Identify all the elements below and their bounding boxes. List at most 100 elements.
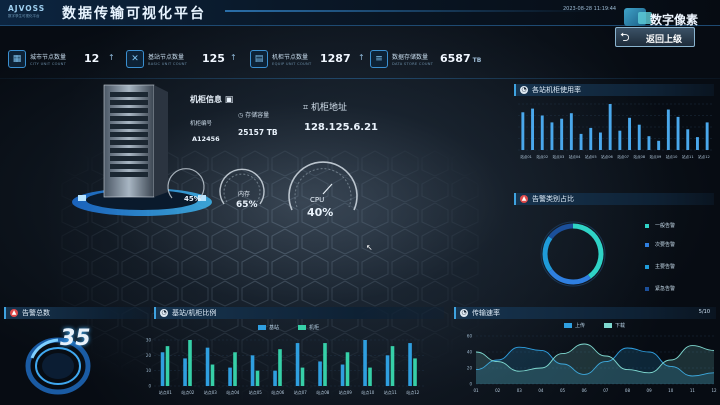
bar <box>165 346 170 386</box>
capacity-value: 25157 TB <box>238 128 278 137</box>
x-tick-label: 站点05 <box>585 154 597 159</box>
legend-item: 基站 <box>258 324 279 331</box>
arrow-up-icon: ↑ <box>230 53 237 62</box>
stat-basic: ✕ 基站节点数量 BASIC UNIT COUNT 125 ↑ <box>126 50 246 72</box>
city-icon: ▦ <box>8 50 26 68</box>
legend-item: 机柜 <box>298 324 319 331</box>
stat-value: 125 <box>202 52 225 65</box>
station-ratio-chart: 0 10 20 30 站点01 站点02 站点03 站点04 站点05 站点06 站点07 站点08 站… <box>146 338 424 395</box>
y-tick-label: 0 <box>148 384 151 389</box>
x-tick-label: 站点04 <box>226 389 240 395</box>
clock-icon: ◷ <box>238 112 244 119</box>
ip-value: 128.125.6.21 <box>304 122 379 133</box>
donut-outer-ring <box>540 221 606 287</box>
legend-item: 紧急告警 <box>645 285 675 292</box>
bar <box>569 113 573 150</box>
legend-item: 次要告警 <box>645 241 675 248</box>
bar <box>228 367 232 386</box>
logo-brand: AJVOSS <box>8 4 46 13</box>
panel-title: 各站机柜使用率 <box>532 86 581 94</box>
stat-en-label: BASIC UNIT COUNT <box>148 62 188 66</box>
stat-en-label: DATA STORE COUNT <box>392 62 434 66</box>
bar <box>618 130 622 150</box>
panel-title: 告警总数 <box>22 309 50 317</box>
bar <box>579 133 583 150</box>
bar <box>560 118 564 150</box>
bar <box>368 367 372 386</box>
cabinet-info-icon: ▣ <box>224 95 234 105</box>
bar <box>695 137 699 150</box>
bar <box>210 364 215 386</box>
panel-title: 告警类别占比 <box>532 195 574 203</box>
x-tick-label: 站点03 <box>553 154 565 159</box>
x-tick-label: 08 <box>625 388 631 393</box>
y-tick-label: 60 <box>467 334 473 339</box>
x-tick-label: 站点11 <box>384 389 398 395</box>
arrow-up-icon: ↑ <box>358 53 365 62</box>
bar <box>390 346 395 386</box>
bar <box>608 104 612 150</box>
x-tick-label: 站点06 <box>271 389 285 395</box>
back-button[interactable]: ⮌ 返回上级 <box>615 27 695 47</box>
bar <box>385 355 390 386</box>
panel-pager[interactable]: 5/10 <box>699 309 710 315</box>
bar <box>340 364 345 386</box>
x-tick-label: 站点06 <box>601 154 613 159</box>
y-tick-label: 30 <box>146 338 152 343</box>
bar <box>666 109 670 150</box>
bar <box>413 358 417 386</box>
back-button-label: 返回上级 <box>646 35 683 45</box>
rack-units <box>110 92 148 177</box>
cabinet-no-value: A12456 <box>192 135 220 143</box>
y-tick-label: 10 <box>146 368 152 373</box>
bar <box>323 343 327 386</box>
bar <box>278 349 282 386</box>
cabinet-icon: ▤ <box>250 50 268 68</box>
donut-slice <box>542 236 553 272</box>
stat-label: 机柜节点数量 <box>272 54 309 61</box>
stat-value: 1287 <box>320 52 351 65</box>
stat-city: ▦ 城市节点数量 CITY UNIT COUNT 12 ↑ <box>8 50 118 72</box>
alarm-icon: ▲ <box>520 195 528 203</box>
stat-en-label: EQUIP UNIT COUNT <box>272 62 312 66</box>
bar <box>686 129 690 150</box>
x-tick-label: 03 <box>517 388 523 393</box>
page-title: 数据传输可视化平台 <box>62 6 206 22</box>
x-tick-label: 05 <box>560 388 566 393</box>
cabinet-no-label: 机柜编号 <box>190 121 213 127</box>
stats-divider <box>0 78 720 79</box>
stat-label: 基站节点数量 <box>148 54 185 61</box>
logo-subtitle: 数字孪生可视化平台 <box>8 14 40 18</box>
y-tick-label: 20 <box>467 366 473 371</box>
top-header: AJVOSS 数字孪生可视化平台 数据传输可视化平台 2023-08-28 11… <box>0 0 720 26</box>
x-tick-label: 01 <box>473 388 479 393</box>
x-tick-label: 10 <box>668 388 674 393</box>
stat-en-label: CITY UNIT COUNT <box>30 62 67 66</box>
stat-value: 12 <box>84 52 100 65</box>
stat-label: 数据存储数量 <box>392 54 429 61</box>
pie-icon: ◔ <box>160 309 168 317</box>
x-tick-label: 07 <box>603 388 609 393</box>
panel-alarm-types-header: ▲ 告警类别占比 <box>514 193 714 205</box>
x-tick-label: 站点11 <box>682 154 694 159</box>
x-tick-label: 12 <box>711 388 717 393</box>
x-tick-label: 06 <box>582 388 588 393</box>
bar <box>318 361 322 386</box>
x-tick-label: 站点07 <box>617 154 629 159</box>
bar <box>363 340 367 386</box>
logo: AJVOSS 数字孪生可视化平台 <box>8 4 54 24</box>
bar <box>628 117 632 150</box>
ip-label: ⌗ 机柜地址 <box>303 103 347 113</box>
x-tick-label: 站点10 <box>666 154 678 159</box>
legend-item: 一般告警 <box>645 222 675 229</box>
title-decor-line <box>225 10 595 12</box>
bar <box>408 343 412 386</box>
bar <box>531 108 535 150</box>
tower-icon: ✕ <box>126 50 144 68</box>
x-tick-label: 站点05 <box>249 389 263 395</box>
cabinet-info-title: 机柜信息 ▣ <box>190 95 234 105</box>
x-tick-label: 站点02 <box>181 389 195 395</box>
stat-equip: ▤ 机柜节点数量 EQUIP UNIT COUNT 1287 ↑ <box>250 50 375 72</box>
panel-title: 传输速率 <box>472 309 500 317</box>
bar <box>255 370 260 386</box>
